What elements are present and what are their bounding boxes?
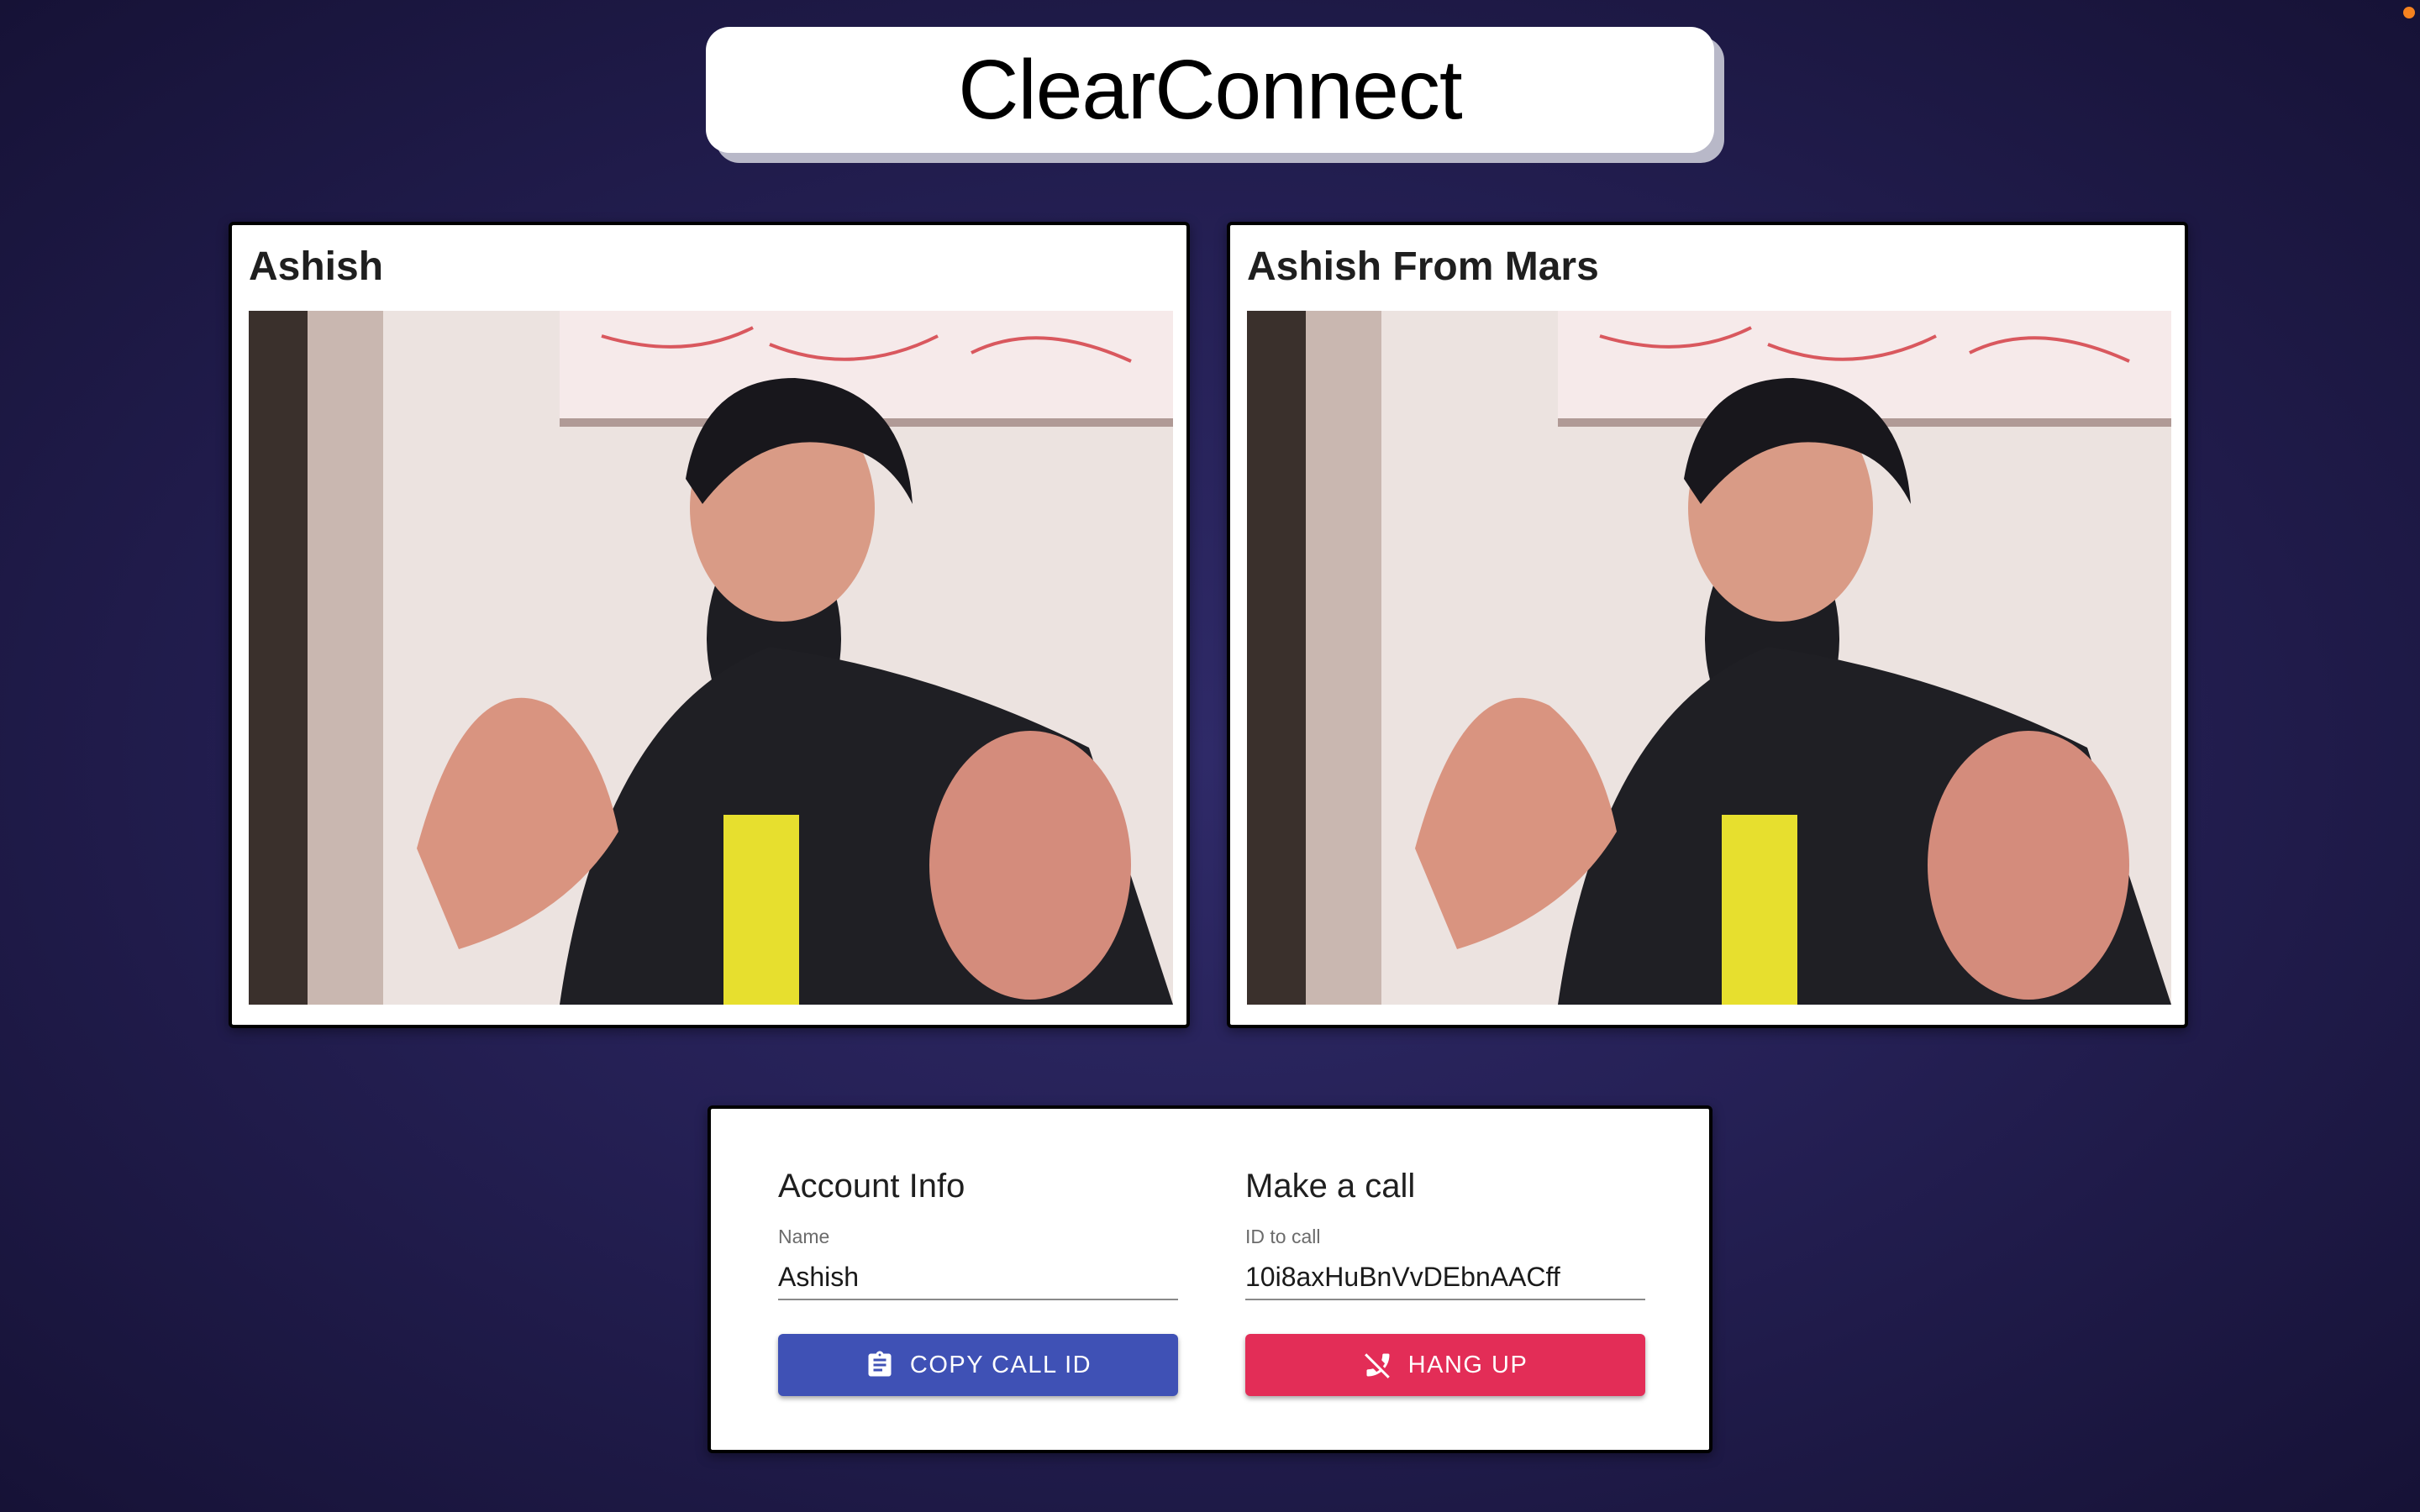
copy-call-id-label: COPY CALL ID [909, 1351, 1092, 1378]
hang-up-label: HANG UP [1407, 1351, 1528, 1378]
make-call-section: Make a call ID to call 10i8axHuBnVvDEbnA… [1245, 1168, 1645, 1396]
id-to-call-label: ID to call [1245, 1226, 1321, 1247]
account-info-heading: Account Info [778, 1168, 965, 1205]
account-info-section: Account Info Name Ashish COPY CALL ID [778, 1168, 1178, 1396]
app-title: ClearConnect [958, 42, 1462, 137]
name-field[interactable]: Ashish [778, 1257, 1178, 1300]
remote-video-stream [1247, 311, 2171, 1005]
name-field-label: Name [778, 1226, 830, 1247]
hang-up-button[interactable]: HANG UP [1245, 1334, 1645, 1396]
remote-video-card: Ashish From Mars [1227, 222, 2188, 1028]
call-controls-panel: Account Info Name Ashish COPY CALL ID Ma… [708, 1105, 1712, 1453]
copy-call-id-button[interactable]: COPY CALL ID [778, 1334, 1178, 1396]
local-video-card: Ashish [229, 222, 1190, 1028]
clipboard-icon [865, 1350, 895, 1380]
status-indicator-dot [2403, 7, 2415, 18]
local-video-name: Ashish [249, 244, 384, 289]
app-header: ClearConnect [706, 27, 1714, 153]
phone-disabled-icon [1363, 1350, 1393, 1380]
local-video-stream [249, 311, 1173, 1005]
remote-video-name: Ashish From Mars [1247, 244, 1599, 289]
id-to-call-field[interactable]: 10i8axHuBnVvDEbnAACff [1245, 1257, 1645, 1300]
make-call-heading: Make a call [1245, 1168, 1416, 1205]
